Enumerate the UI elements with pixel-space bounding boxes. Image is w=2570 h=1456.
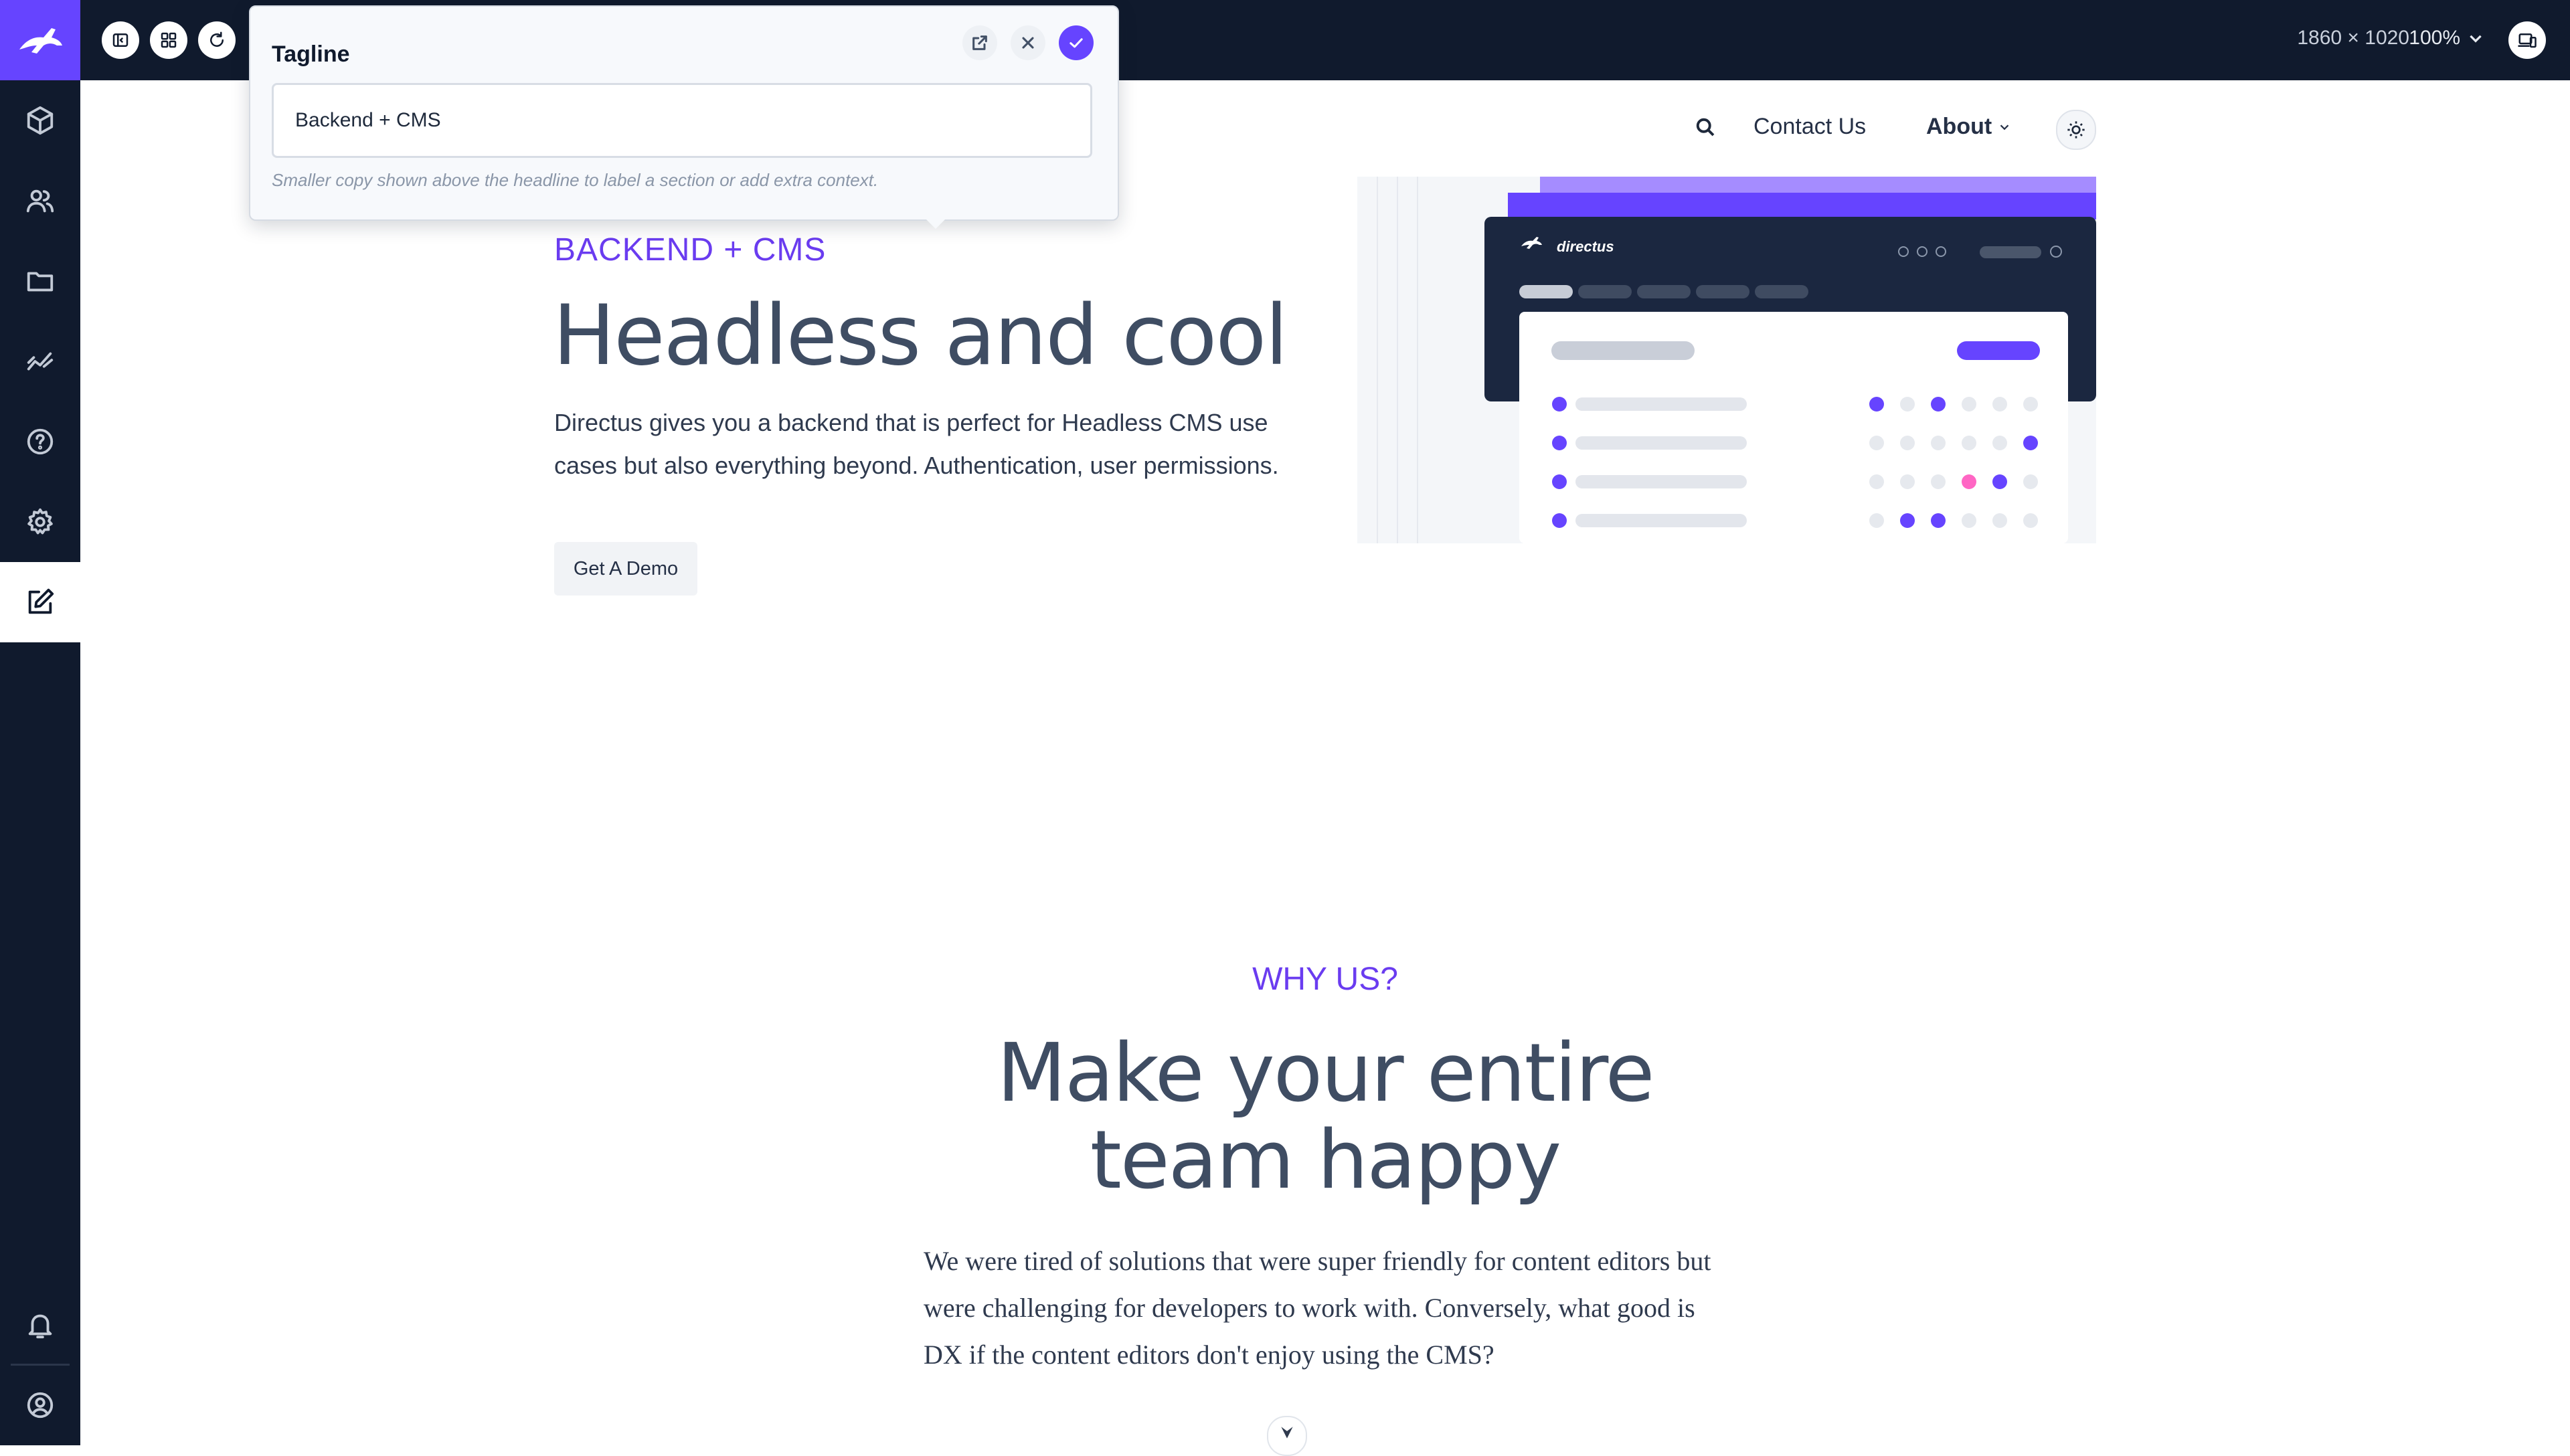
popover-caret xyxy=(926,219,945,229)
directus-logo[interactable] xyxy=(0,0,80,80)
check-icon xyxy=(1069,38,1083,48)
viewport-size: 1860 × 1020 xyxy=(2297,27,2409,49)
hero-illustration: directus xyxy=(1357,177,2096,543)
folder-icon xyxy=(27,272,54,292)
sun-icon xyxy=(2067,121,2085,139)
why-description[interactable]: We were tired of solutions that were sup… xyxy=(924,1238,1727,1378)
refresh-button[interactable] xyxy=(198,21,236,59)
nav-about-menu[interactable]: About xyxy=(1926,114,2012,140)
rail-user-account[interactable] xyxy=(0,1365,80,1445)
hero-tagline[interactable]: BACKEND + CMS xyxy=(554,232,826,268)
devices-icon xyxy=(2518,33,2537,48)
rail-visual-editor[interactable] xyxy=(0,562,80,642)
bell-icon xyxy=(28,1314,52,1339)
why-tagline[interactable]: WHY US? xyxy=(0,961,2570,998)
account-circle-icon xyxy=(27,1392,54,1419)
site-search-button[interactable] xyxy=(1693,115,1720,142)
rabbit-small-icon xyxy=(1281,1427,1293,1439)
hero-description[interactable]: Directus gives you a backend that is per… xyxy=(554,401,1297,487)
toggle-sidebar-button[interactable] xyxy=(102,21,139,59)
get-demo-button[interactable]: Get A Demo xyxy=(554,542,697,596)
why-headline[interactable]: Make your entire team happy xyxy=(0,1030,2570,1204)
tagline-input[interactable] xyxy=(272,83,1092,158)
nav-about-label: About xyxy=(1926,114,1992,139)
cancel-edit-button[interactable] xyxy=(1011,25,1045,60)
save-edit-button[interactable] xyxy=(1059,25,1094,60)
mockup-brand: directus xyxy=(1557,238,1614,255)
why-headline-line-2: team happy xyxy=(1090,1114,1561,1207)
chevron-down-icon xyxy=(2000,124,2009,130)
insights-icon xyxy=(27,352,54,371)
rail-help[interactable] xyxy=(0,401,80,482)
rabbit-logo-icon xyxy=(19,28,62,54)
rail-users[interactable] xyxy=(0,161,80,241)
rail-insights[interactable] xyxy=(0,321,80,401)
gear-icon xyxy=(27,508,53,535)
users-icon xyxy=(26,189,54,213)
app-mockup-image: directus xyxy=(1357,177,2096,543)
field-hint: Smaller copy shown above the headline to… xyxy=(272,170,879,190)
open-in-editor-button[interactable] xyxy=(962,25,997,60)
field-edit-popover: Tagline Smaller copy shown above the hea… xyxy=(249,5,1119,229)
scroll-down-button[interactable] xyxy=(1267,1416,1307,1456)
box-icon xyxy=(27,106,54,135)
rail-files[interactable] xyxy=(0,241,80,321)
theme-toggle-button[interactable] xyxy=(2056,110,2096,150)
sidebar-icon xyxy=(112,33,128,47)
rail-settings[interactable] xyxy=(0,482,80,562)
why-headline-line-1: Make your entire xyxy=(997,1027,1654,1120)
zoom-select[interactable]: 100% xyxy=(2409,27,2484,50)
close-icon xyxy=(1022,37,1034,49)
nav-contact-link[interactable]: Contact Us xyxy=(1753,114,1866,140)
device-toggle-button[interactable] xyxy=(2508,21,2546,59)
refresh-icon xyxy=(210,31,224,47)
hero-headline[interactable]: Headless and cool xyxy=(553,288,1288,384)
rail-notifications[interactable] xyxy=(0,1285,80,1365)
module-rail xyxy=(0,0,80,1445)
help-icon xyxy=(27,428,54,455)
search-icon xyxy=(1696,118,1715,136)
zoom-value: 100% xyxy=(2409,27,2460,49)
grid-icon xyxy=(161,32,177,48)
rail-content[interactable] xyxy=(0,80,80,161)
chevron-down-icon xyxy=(2470,35,2482,43)
popover-field-label: Tagline xyxy=(272,41,350,67)
edit-icon xyxy=(28,588,54,614)
toggle-overlay-button[interactable] xyxy=(150,21,187,59)
external-link-icon xyxy=(972,35,987,50)
